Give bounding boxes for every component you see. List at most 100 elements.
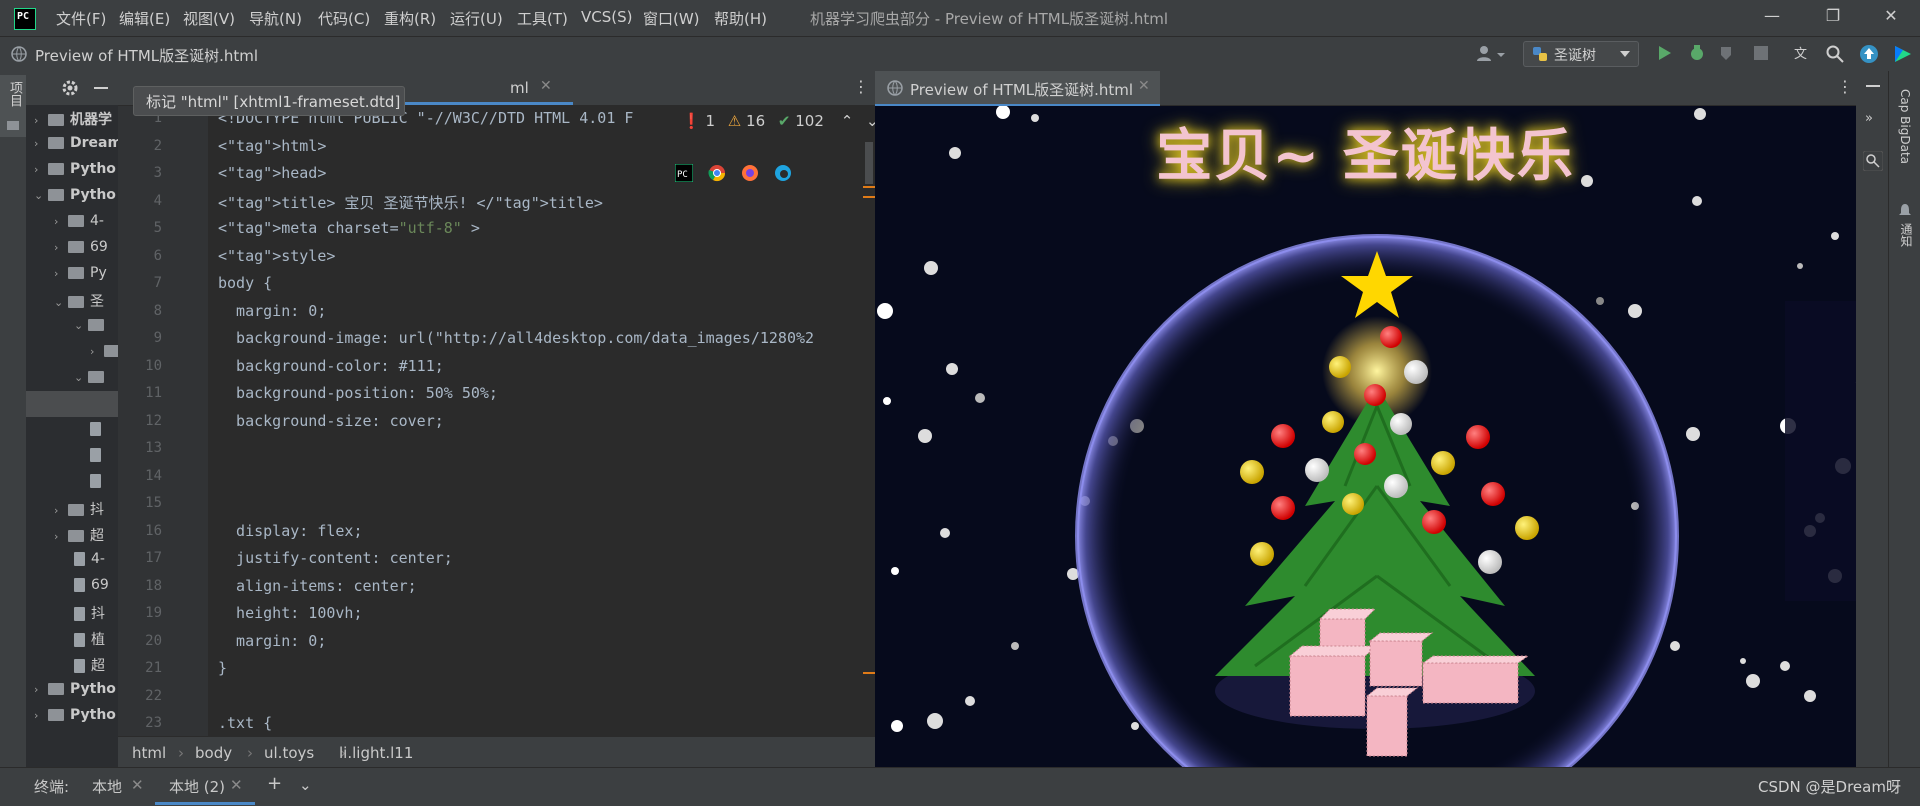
translate-icon[interactable]: 文	[1794, 44, 1814, 62]
tree-row[interactable]: › Pytho	[26, 157, 118, 183]
pycharm-browser-icon[interactable]: PC	[675, 164, 693, 182]
tree-row[interactable]: ›	[26, 339, 118, 365]
debug-icon[interactable]	[1688, 44, 1706, 62]
tree-row[interactable]: › Pytho	[26, 677, 118, 703]
warning-marker[interactable]	[863, 196, 875, 198]
chevron-right-icon[interactable]: ›	[90, 345, 104, 358]
scroll-thumb[interactable]	[865, 142, 873, 184]
chevron-right-icon[interactable]: »	[1865, 111, 1873, 126]
chevron-right-icon[interactable]: ›	[54, 530, 68, 543]
terminal-tab[interactable]: 本地	[92, 776, 122, 797]
code-line[interactable]: .txt {	[218, 714, 272, 732]
tree-row[interactable]: › 机器学	[26, 105, 118, 131]
coverage-icon[interactable]	[1719, 44, 1737, 62]
minimize-icon[interactable]: —	[1757, 6, 1787, 30]
chevron-right-icon[interactable]: ›	[34, 163, 48, 176]
firefox-icon[interactable]	[741, 164, 759, 182]
code-line[interactable]: <"tag">html>	[218, 137, 326, 155]
edge-icon[interactable]	[774, 164, 792, 182]
chevron-right-icon[interactable]: ›	[34, 137, 48, 150]
menu-vcs[interactable]: VCS(S)	[581, 8, 632, 26]
tree-row[interactable]: 抖	[26, 599, 118, 625]
user-icon[interactable]	[1476, 45, 1506, 63]
run-icon[interactable]	[1656, 45, 1672, 61]
tree-row[interactable]: 4-	[26, 547, 118, 573]
tree-row-selected[interactable]	[26, 391, 118, 417]
code-line[interactable]: <"tag">style>	[218, 247, 335, 265]
add-terminal-icon[interactable]: +	[267, 773, 282, 794]
chevron-down-icon[interactable]: ⌄	[74, 319, 88, 332]
hide-panel-icon[interactable]	[94, 87, 108, 89]
chevron-right-icon[interactable]: ›	[54, 504, 68, 517]
code-line[interactable]: background-size: cover;	[218, 412, 444, 430]
chrome-icon[interactable]	[708, 164, 726, 182]
preview-more-icon[interactable]: ⋮	[1837, 77, 1853, 96]
code-line[interactable]: height: 100vh;	[218, 604, 362, 622]
code-line[interactable]: <"tag">title> 宝贝 圣诞节快乐! </"tag">title>	[218, 192, 603, 213]
chevron-up-icon[interactable]: ⌃	[841, 112, 854, 130]
tree-row[interactable]: › 4-	[26, 209, 118, 235]
tree-row[interactable]	[26, 443, 118, 469]
breadcrumb-item[interactable]: html	[132, 744, 166, 762]
code-line[interactable]: justify-content: center;	[218, 549, 453, 567]
tree-row[interactable]	[26, 469, 118, 495]
bigdata-tool-button[interactable]: Cap BigData	[1893, 75, 1917, 175]
hide-panel-icon[interactable]	[1866, 85, 1880, 87]
breadcrumb-item[interactable]: ul.toys	[264, 744, 314, 762]
menu-navigate[interactable]: 导航(N)	[249, 8, 302, 29]
project-tool-button[interactable]: 项目	[0, 75, 26, 137]
chevron-right-icon[interactable]: ›	[54, 215, 68, 228]
menu-window[interactable]: 窗口(W)	[643, 8, 700, 29]
tree-row[interactable]: 69	[26, 573, 118, 599]
chevron-right-icon[interactable]: ›	[54, 267, 68, 280]
jetbrains-toolbox-icon[interactable]	[1893, 44, 1913, 64]
restore-icon[interactable]: ❐	[1818, 6, 1848, 30]
menu-refactor[interactable]: 重构(R)	[384, 8, 436, 29]
tab-close-icon[interactable]: ✕	[230, 776, 243, 794]
code-line[interactable]: display: flex;	[218, 522, 362, 540]
stop-icon[interactable]	[1754, 46, 1768, 60]
chevron-right-icon[interactable]: ›	[34, 114, 48, 127]
tree-row[interactable]: › 抖	[26, 495, 118, 521]
tree-row[interactable]: › Dream	[26, 131, 118, 157]
menu-file[interactable]: 文件(F)	[56, 8, 106, 29]
tree-row[interactable]: ⌄ 圣	[26, 287, 118, 313]
editor-more-icon[interactable]: ⋮	[853, 77, 869, 96]
tab-close-icon[interactable]: ✕	[540, 78, 552, 94]
warning-marker[interactable]	[863, 186, 875, 188]
menu-run[interactable]: 运行(U)	[450, 8, 503, 29]
tree-row[interactable]: 超	[26, 651, 118, 677]
code-line[interactable]: <"tag">meta charset="utf-8" >	[218, 219, 480, 237]
tree-row[interactable]: ⌄	[26, 313, 118, 339]
tab-close-icon[interactable]: ✕	[131, 776, 144, 794]
search-icon[interactable]	[1863, 151, 1883, 171]
code-line[interactable]: margin: 0;	[218, 302, 326, 320]
tree-row[interactable]: › 69	[26, 235, 118, 261]
code-line[interactable]: background-position: 50% 50%;	[218, 384, 498, 402]
code-line[interactable]: background-color: #111;	[218, 357, 444, 375]
search-icon[interactable]	[1826, 45, 1844, 63]
inspection-widget[interactable]: ❗ 1 ⚠ 16 ✔ 102 ⌃ ⌄	[682, 112, 879, 134]
chevron-down-icon[interactable]: ⌄	[299, 776, 312, 794]
menu-code[interactable]: 代码(C)	[318, 8, 370, 29]
breadcrumb-item[interactable]: body	[195, 744, 232, 762]
nav-file-title[interactable]: Preview of HTML版圣诞树.html	[35, 45, 258, 66]
chevron-down-icon[interactable]: ⌄	[74, 371, 88, 384]
tree-row[interactable]: ⌄ Pytho	[26, 183, 118, 209]
code-line[interactable]: body {	[218, 274, 272, 292]
tree-row[interactable]: › Py	[26, 261, 118, 287]
chevron-right-icon[interactable]: ›	[34, 683, 48, 696]
tree-row[interactable]	[26, 417, 118, 443]
update-icon[interactable]	[1859, 44, 1879, 64]
pycharm-logo-icon[interactable]: PC	[14, 8, 36, 30]
code-line[interactable]: <"tag">head>	[218, 164, 326, 182]
chevron-down-icon[interactable]: ⌄	[54, 296, 68, 309]
chevron-down-icon[interactable]: ⌄	[34, 189, 48, 202]
tree-row[interactable]: 植	[26, 625, 118, 651]
editor-scrollbar[interactable]	[863, 106, 875, 736]
menu-edit[interactable]: 编辑(E)	[119, 8, 170, 29]
notifications-tool-button[interactable]: 通知	[1893, 203, 1917, 263]
chevron-right-icon[interactable]: ›	[54, 241, 68, 254]
gear-icon[interactable]	[62, 80, 78, 96]
menu-view[interactable]: 视图(V)	[183, 8, 235, 29]
